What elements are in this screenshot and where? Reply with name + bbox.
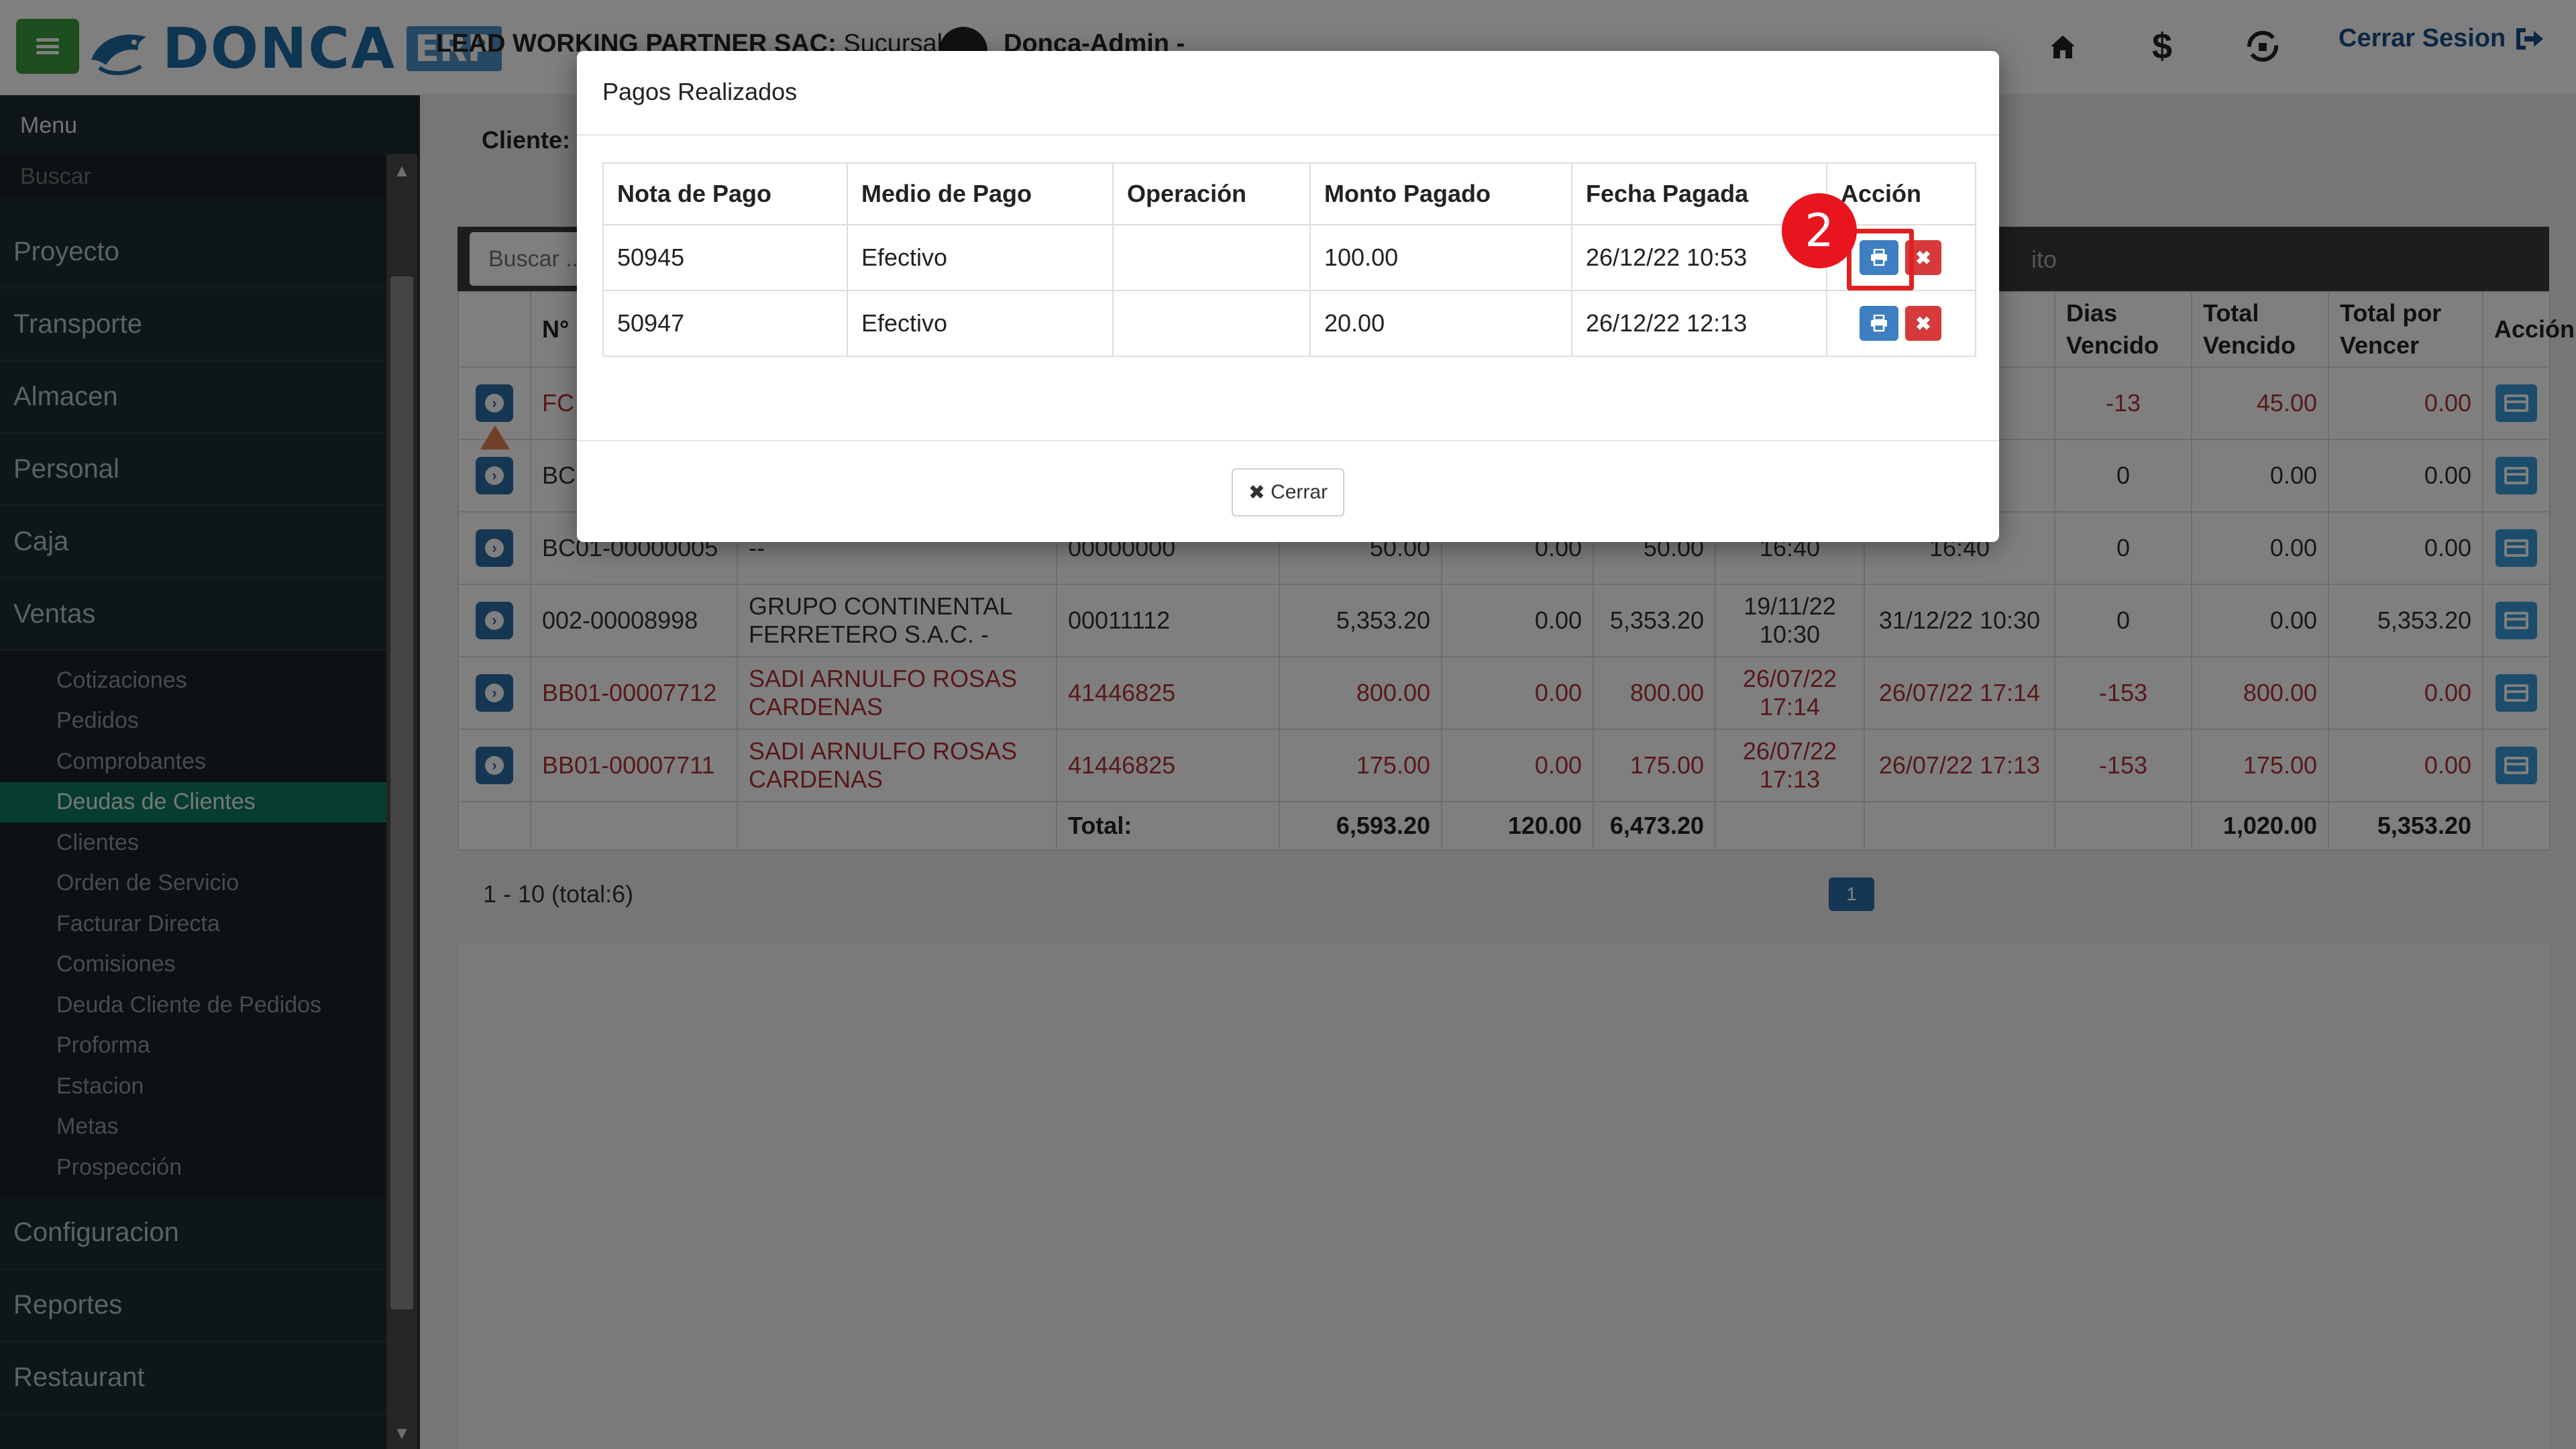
modal-divider bbox=[577, 134, 1999, 136]
payments-table: Nota de Pago Medio de Pago Operación Mon… bbox=[602, 162, 1976, 357]
payment-nota: 50945 bbox=[602, 224, 848, 291]
modal-footer-divider bbox=[577, 440, 1999, 441]
close-icon: ✖ bbox=[1915, 247, 1931, 268]
payment-fecha: 26/12/22 12:13 bbox=[1571, 290, 1827, 357]
payment-actions: ✖ bbox=[1826, 290, 1976, 357]
print-icon bbox=[1871, 249, 1887, 266]
payment-monto: 20.00 bbox=[1309, 290, 1572, 357]
payment-medio: Efectivo bbox=[847, 224, 1114, 291]
payment-operacion bbox=[1112, 224, 1311, 291]
delete-button[interactable]: ✖ bbox=[1905, 240, 1941, 275]
delete-button[interactable]: ✖ bbox=[1905, 306, 1941, 341]
print-button[interactable] bbox=[1860, 240, 1898, 275]
col-header-nota-de-pago: Nota de Pago bbox=[602, 162, 848, 225]
payment-monto: 100.00 bbox=[1309, 224, 1572, 291]
close-icon: ✖ bbox=[1248, 481, 1266, 504]
cerrar-label: Cerrar bbox=[1271, 481, 1328, 503]
payment-medio: Efectivo bbox=[847, 290, 1114, 357]
modal-title: Pagos Realizados bbox=[602, 78, 798, 105]
payment-nota: 50947 bbox=[602, 290, 848, 357]
col-header-operacion: Operación bbox=[1112, 162, 1311, 225]
cerrar-button[interactable]: ✖ Cerrar bbox=[1232, 468, 1344, 517]
payment-operacion bbox=[1112, 290, 1311, 357]
payment-row: 50947 Efectivo 20.00 26/12/22 12:13 ✖ bbox=[602, 290, 1976, 357]
print-button[interactable] bbox=[1860, 306, 1898, 341]
print-icon bbox=[1871, 315, 1887, 332]
payment-row: 50945 Efectivo 100.00 26/12/22 10:53 ✖ bbox=[602, 224, 1976, 291]
step-badge: 2 bbox=[1782, 193, 1857, 268]
pagos-realizados-modal: Pagos Realizados Nota de Pago Medio de P… bbox=[577, 51, 1999, 542]
col-header-medio-de-pago: Medio de Pago bbox=[847, 162, 1114, 225]
col-header-monto-pagado: Monto Pagado bbox=[1309, 162, 1572, 225]
close-icon: ✖ bbox=[1915, 313, 1931, 334]
